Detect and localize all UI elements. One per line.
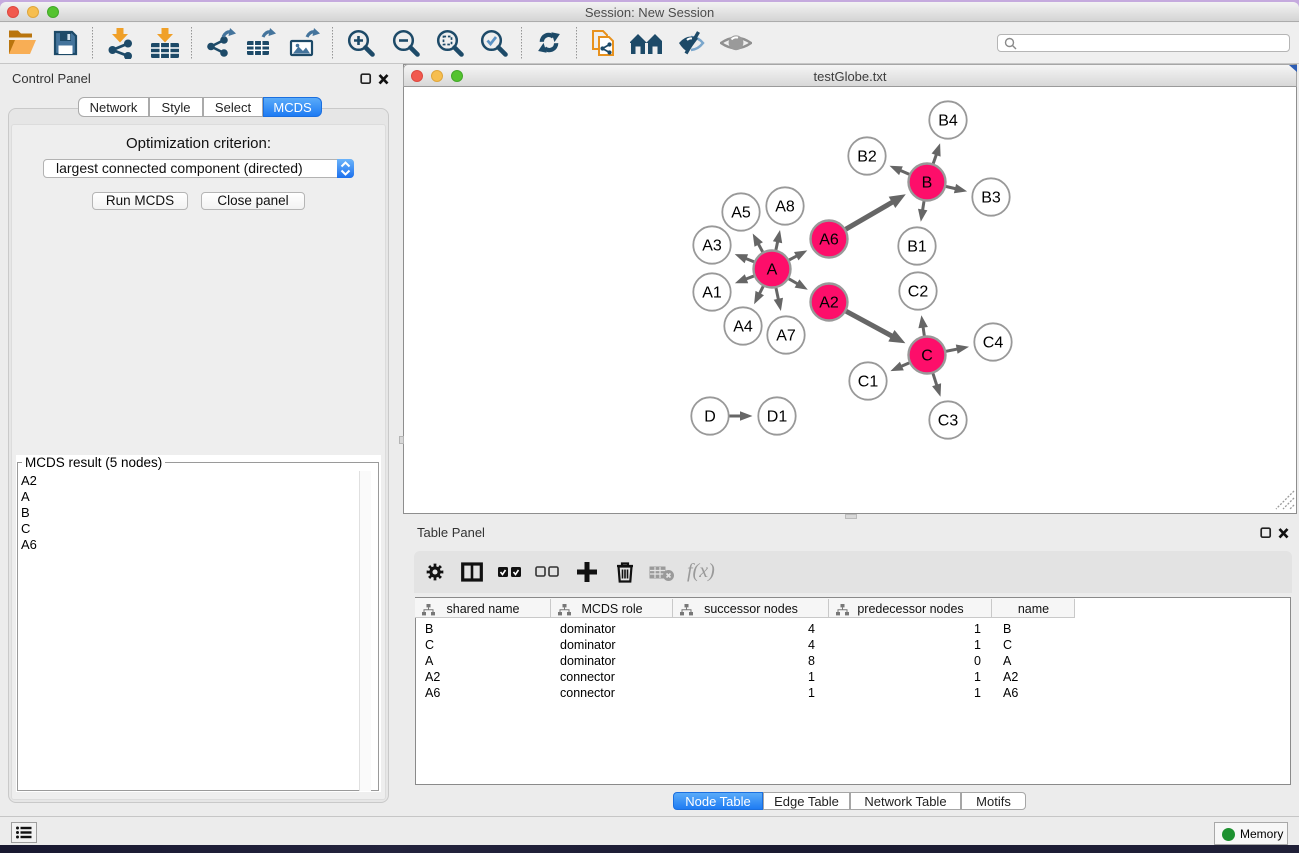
svg-text:B3: B3 [981, 190, 1001, 207]
svg-text:A7: A7 [776, 328, 796, 345]
svg-text:D1: D1 [767, 409, 788, 426]
svg-text:A6: A6 [819, 232, 839, 249]
svg-text:A1: A1 [702, 285, 722, 302]
svg-text:A8: A8 [775, 199, 795, 216]
svg-text:D: D [704, 409, 716, 426]
svg-text:A2: A2 [819, 295, 839, 312]
svg-text:A5: A5 [731, 205, 751, 222]
svg-text:C3: C3 [938, 413, 959, 430]
svg-text:B4: B4 [938, 113, 958, 130]
svg-text:C1: C1 [858, 374, 879, 391]
svg-text:A3: A3 [702, 238, 722, 255]
svg-text:A: A [767, 262, 778, 279]
svg-text:C: C [921, 348, 933, 365]
svg-text:A4: A4 [733, 319, 753, 336]
svg-text:B: B [922, 175, 933, 192]
svg-text:C4: C4 [983, 335, 1004, 352]
svg-text:C2: C2 [908, 284, 929, 301]
svg-text:B1: B1 [907, 239, 927, 256]
svg-text:B2: B2 [857, 149, 877, 166]
